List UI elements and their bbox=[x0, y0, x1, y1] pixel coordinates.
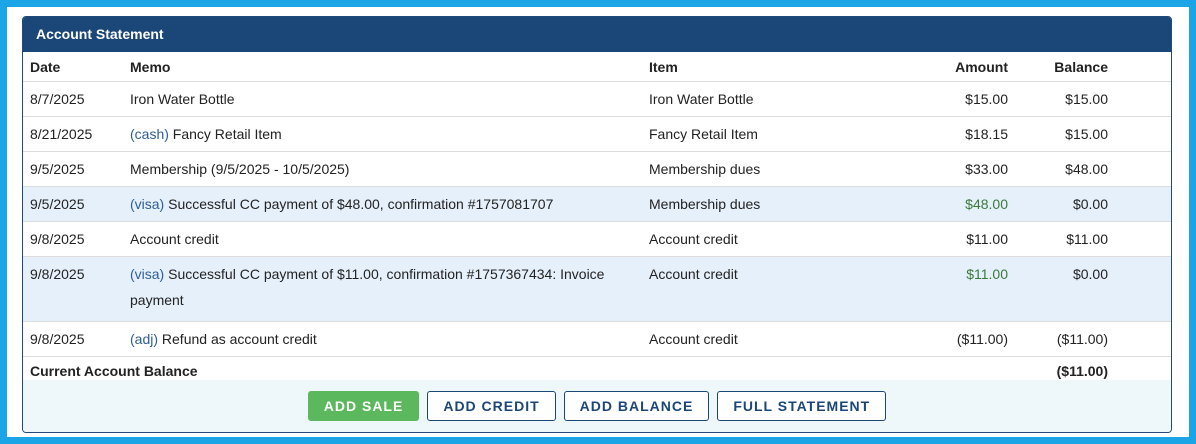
row-balance: $15.00 bbox=[1008, 116, 1108, 152]
row-item: Membership dues bbox=[642, 151, 908, 187]
row-memo: Account credit bbox=[123, 221, 642, 257]
row-memo: (visa) Successful CC payment of $11.00, … bbox=[123, 256, 642, 322]
row-memo-text: Successful CC payment of $48.00, confirm… bbox=[164, 196, 554, 212]
row-amount: ($11.00) bbox=[908, 321, 1008, 357]
row-amount: $48.00 bbox=[908, 186, 1008, 222]
row-date: 8/7/2025 bbox=[23, 81, 123, 117]
row-amount: $18.15 bbox=[908, 116, 1008, 152]
row-memo-text: Membership (9/5/2025 - 10/5/2025) bbox=[130, 161, 350, 177]
row-balance: $15.00 bbox=[1008, 81, 1108, 117]
payment-method-tag: (visa) bbox=[130, 196, 165, 212]
table-row: 9/5/2025 Membership (9/5/2025 - 10/5/202… bbox=[23, 151, 1171, 187]
column-header-balance: Balance bbox=[1008, 52, 1108, 82]
table-row: 9/8/2025 Account credit Account credit $… bbox=[23, 221, 1171, 257]
row-balance: ($11.00) bbox=[1008, 321, 1108, 357]
payment-method-tag: (cash) bbox=[130, 126, 169, 142]
row-balance: $0.00 bbox=[1008, 256, 1108, 322]
row-balance: $48.00 bbox=[1008, 151, 1108, 187]
row-memo-text: Account credit bbox=[130, 231, 219, 247]
row-item: Account credit bbox=[642, 321, 908, 357]
table-row-payment: 9/8/2025 (visa) Successful CC payment of… bbox=[23, 256, 1171, 322]
column-header-memo: Memo bbox=[123, 52, 642, 82]
row-date: 9/5/2025 bbox=[23, 151, 123, 187]
row-memo: Membership (9/5/2025 - 10/5/2025) bbox=[123, 151, 642, 187]
column-header-item: Item bbox=[642, 52, 908, 82]
row-amount: $15.00 bbox=[908, 81, 1008, 117]
table-row: 8/7/2025 Iron Water Bottle Iron Water Bo… bbox=[23, 81, 1171, 117]
row-balance: $11.00 bbox=[1008, 221, 1108, 257]
row-item: Iron Water Bottle bbox=[642, 81, 908, 117]
payment-method-tag: (adj) bbox=[130, 331, 159, 347]
row-date: 8/21/2025 bbox=[23, 116, 123, 152]
row-amount: $11.00 bbox=[908, 221, 1008, 257]
row-memo: (visa) Successful CC payment of $48.00, … bbox=[123, 186, 642, 222]
row-item: Account credit bbox=[642, 221, 908, 257]
row-item: Account credit bbox=[642, 256, 908, 322]
table-row: 8/21/2025 (cash) Fancy Retail Item Fancy… bbox=[23, 116, 1171, 152]
row-amount: $33.00 bbox=[908, 151, 1008, 187]
row-date: 9/8/2025 bbox=[23, 256, 123, 322]
row-memo-text: Iron Water Bottle bbox=[130, 91, 235, 107]
row-memo-text: Successful CC payment of $11.00, confirm… bbox=[130, 266, 605, 308]
table-row-payment: 9/5/2025 (visa) Successful CC payment of… bbox=[23, 186, 1171, 222]
full-statement-button[interactable]: FULL STATEMENT bbox=[717, 391, 887, 421]
column-header-amount: Amount bbox=[908, 52, 1008, 82]
row-amount: $11.00 bbox=[908, 256, 1008, 322]
statement-table: Date Memo Item Amount Balance 8/7/2025 I… bbox=[23, 52, 1171, 386]
row-memo: Iron Water Bottle bbox=[123, 81, 642, 117]
panel-title: Account Statement bbox=[23, 17, 1171, 52]
row-memo-text: Refund as account credit bbox=[158, 331, 317, 347]
table-row: 9/8/2025 (adj) Refund as account credit … bbox=[23, 321, 1171, 357]
payment-method-tag: (visa) bbox=[130, 266, 165, 282]
add-balance-button[interactable]: ADD BALANCE bbox=[563, 391, 710, 421]
row-date: 9/5/2025 bbox=[23, 186, 123, 222]
account-statement-panel: Account Statement Date Memo Item Amount … bbox=[22, 16, 1172, 433]
row-date: 9/8/2025 bbox=[23, 221, 123, 257]
column-header-date: Date bbox=[23, 52, 123, 82]
row-balance: $0.00 bbox=[1008, 186, 1108, 222]
row-memo-text: Fancy Retail Item bbox=[168, 126, 282, 142]
row-item: Fancy Retail Item bbox=[642, 116, 908, 152]
row-item: Membership dues bbox=[642, 186, 908, 222]
action-bar: ADD SALE ADD CREDIT ADD BALANCE FULL STA… bbox=[23, 380, 1171, 432]
column-spacer bbox=[1108, 52, 1171, 82]
table-header-row: Date Memo Item Amount Balance bbox=[23, 52, 1171, 82]
row-memo: (adj) Refund as account credit bbox=[123, 321, 642, 357]
add-sale-button[interactable]: ADD SALE bbox=[307, 391, 420, 421]
add-credit-button[interactable]: ADD CREDIT bbox=[427, 391, 556, 421]
row-memo: (cash) Fancy Retail Item bbox=[123, 116, 642, 152]
row-date: 9/8/2025 bbox=[23, 321, 123, 357]
